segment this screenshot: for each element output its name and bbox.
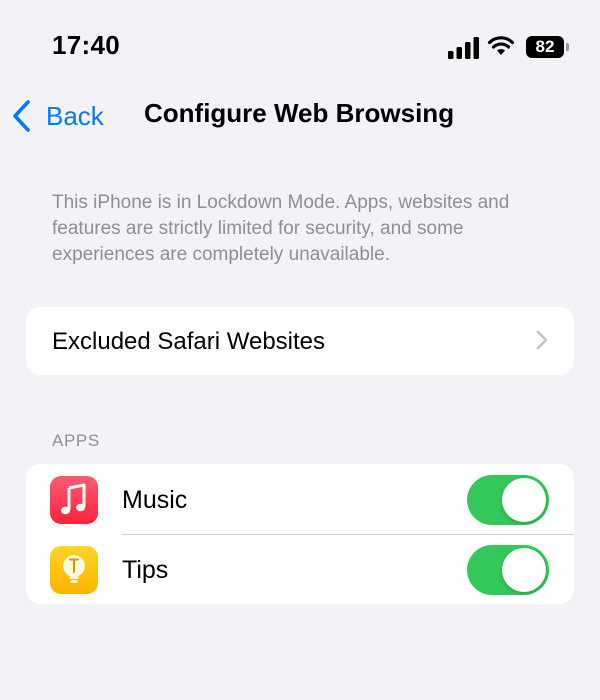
back-label: Back: [46, 100, 104, 131]
apps-section-header: APPS: [52, 431, 100, 450]
music-toggle[interactable]: [467, 475, 549, 525]
tips-label: Tips: [122, 556, 169, 584]
chevron-right-icon: [536, 330, 548, 350]
excluded-safari-websites-row[interactable]: Excluded Safari Websites: [26, 307, 574, 375]
back-button[interactable]: Back: [10, 94, 104, 138]
battery-level: 82: [535, 37, 555, 56]
excluded-websites-card: Excluded Safari Websites: [26, 307, 574, 375]
lockdown-description: This iPhone is in Lockdown Mode. Apps, w…: [52, 192, 510, 265]
cellular-signal-icon: [448, 37, 479, 59]
chevron-left-icon: [13, 100, 30, 132]
excluded-safari-websites-label: Excluded Safari Websites: [52, 328, 326, 355]
toggle-knob: [502, 548, 546, 592]
app-row-music: Music: [26, 464, 574, 534]
app-row-tips: Tips: [26, 534, 574, 604]
tips-toggle[interactable]: [467, 545, 549, 595]
apps-card: Music Tips: [26, 464, 574, 604]
status-time: 17:40: [52, 30, 120, 60]
page-title: Configure Web Browsing: [144, 98, 455, 128]
music-label: Music: [122, 486, 188, 514]
tips-app-icon: [50, 546, 98, 594]
music-app-icon: [50, 476, 98, 524]
battery-icon: 82: [526, 36, 570, 58]
wifi-icon: [487, 36, 515, 55]
status-bar: 17:40 82: [0, 0, 600, 90]
toggle-knob: [502, 478, 546, 522]
battery-tip: [566, 43, 569, 51]
